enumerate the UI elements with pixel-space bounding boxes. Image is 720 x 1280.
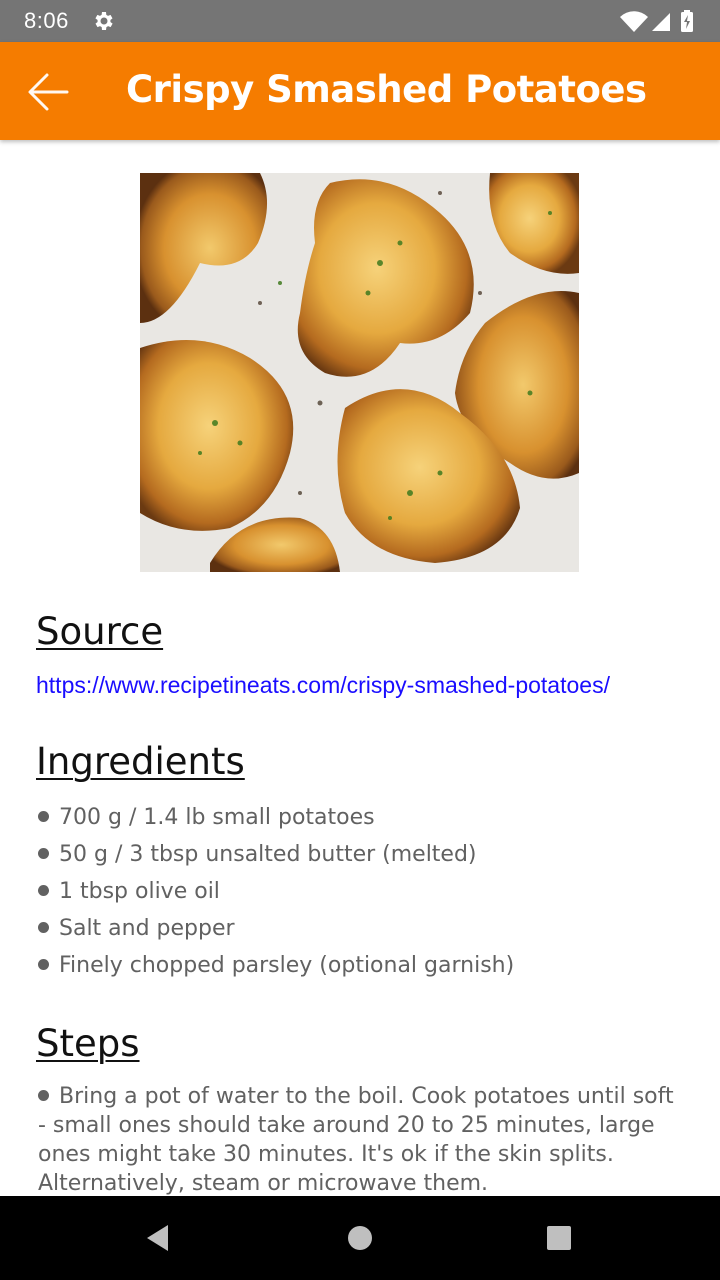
bullet-icon xyxy=(38,1089,49,1101)
back-triangle-icon xyxy=(147,1225,168,1251)
gear-icon xyxy=(95,12,113,30)
status-icons xyxy=(620,10,693,32)
home-circle-icon xyxy=(348,1226,372,1250)
steps-heading: Steps xyxy=(36,1022,140,1065)
nav-recents-button[interactable] xyxy=(537,1216,581,1260)
list-item: 1 tbsp olive oil xyxy=(38,876,514,913)
screen: 8:06 Crispy Smashed Potatoes Source http… xyxy=(0,0,720,1280)
source-heading: Source xyxy=(36,610,164,653)
step-item: Bring a pot of water to the boil. Cook p… xyxy=(38,1082,678,1196)
ingredient-text: Salt and pepper xyxy=(59,916,235,941)
navigation-bar xyxy=(0,1196,720,1280)
signal-icon xyxy=(652,13,670,31)
wifi-icon xyxy=(620,11,648,32)
potato xyxy=(140,173,579,572)
app-bar: Crispy Smashed Potatoes xyxy=(0,42,720,140)
bullet-icon xyxy=(38,958,49,970)
source-link[interactable]: https://www.recipetineats.com/crispy-sma… xyxy=(36,672,610,699)
bullet-icon xyxy=(38,921,49,933)
ingredients-heading: Ingredients xyxy=(36,740,245,783)
arrow-left-icon xyxy=(28,73,69,111)
page-title: Crispy Smashed Potatoes xyxy=(126,68,647,111)
back-button[interactable] xyxy=(20,64,76,120)
recipe-content[interactable]: Source https://www.recipetineats.com/cri… xyxy=(0,140,720,1196)
ingredient-text: 1 tbsp olive oil xyxy=(59,879,220,904)
list-item: 700 g / 1.4 lb small potatoes xyxy=(38,802,514,839)
status-time: 8:06 xyxy=(24,8,69,33)
ingredient-text: 50 g / 3 tbsp unsalted butter (melted) xyxy=(59,842,477,867)
status-bar: 8:06 xyxy=(0,0,720,42)
nav-back-button[interactable] xyxy=(136,1216,180,1260)
step-text: Bring a pot of water to the boil. Cook p… xyxy=(38,1084,674,1196)
bullet-icon xyxy=(38,847,49,859)
recipe-photo xyxy=(140,173,579,572)
bullet-icon xyxy=(38,884,49,896)
list-item: 50 g / 3 tbsp unsalted butter (melted) xyxy=(38,839,514,876)
ingredients-list: 700 g / 1.4 lb small potatoes 50 g / 3 t… xyxy=(38,802,514,987)
ingredient-text: Finely chopped parsley (optional garnish… xyxy=(59,953,515,978)
list-item: Finely chopped parsley (optional garnish… xyxy=(38,950,514,987)
recents-square-icon xyxy=(547,1226,571,1250)
battery-icon xyxy=(681,10,693,32)
ingredient-text: 700 g / 1.4 lb small potatoes xyxy=(59,805,375,830)
bullet-icon xyxy=(38,810,49,822)
nav-home-button[interactable] xyxy=(338,1216,382,1260)
list-item: Salt and pepper xyxy=(38,913,514,950)
